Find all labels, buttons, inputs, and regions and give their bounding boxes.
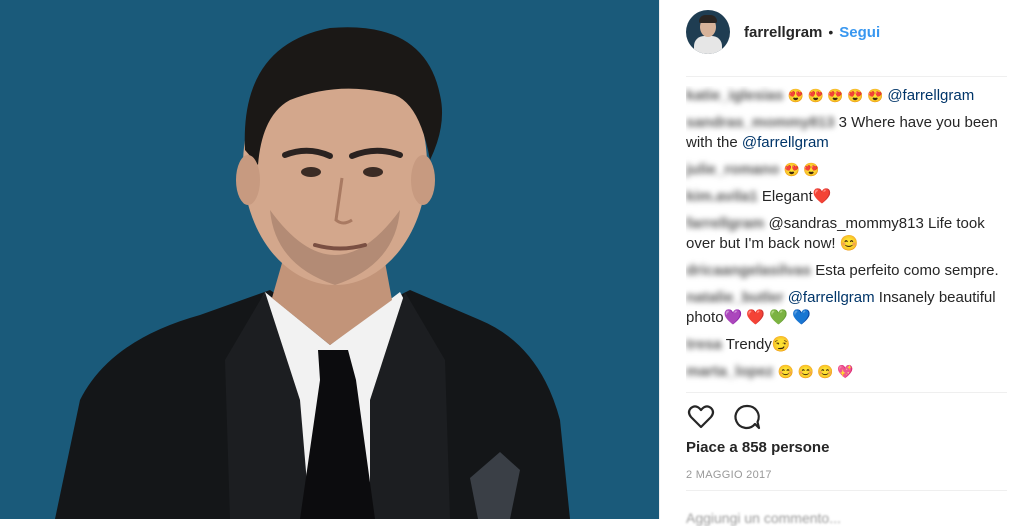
comment-item: natalie_butler @farrellgram Insanely bea… (686, 288, 1006, 328)
comment-text: Esta perfeito como sempre. (815, 262, 999, 279)
comment-mention[interactable]: @farrellgram (788, 289, 875, 306)
divider (686, 76, 1007, 77)
comment-username[interactable]: farrellgram (686, 215, 764, 232)
comment-mention[interactable]: @farrellgram (887, 87, 974, 104)
separator-dot: • (828, 24, 834, 40)
post-photo[interactable] (0, 0, 659, 519)
comment-username[interactable]: sandras_mommy813 (686, 114, 834, 131)
follow-button[interactable]: Segui (839, 24, 880, 41)
comment-item: kim.avila1 Elegant❤️ (686, 187, 1006, 207)
avatar[interactable] (686, 10, 730, 54)
comment-username[interactable]: katie_iglesias (686, 87, 784, 104)
comment-bubble-icon[interactable] (732, 402, 762, 432)
comment-username[interactable]: tresa (686, 336, 722, 353)
comment-item: tresa Trendy😏 (686, 335, 1006, 355)
man-portrait-illustration (0, 0, 659, 519)
post-date[interactable]: 2 MAGGIO 2017 (686, 469, 772, 481)
comments-list[interactable]: katie_iglesias 😍 😍 😍 😍 😍 @farrellgram sa… (686, 86, 1006, 392)
divider (686, 392, 1007, 393)
comment-item: julie_romano 😍 😍 (686, 160, 1006, 180)
comment-username[interactable]: marta_lopez (686, 363, 774, 380)
comment-username[interactable]: natalie_butler (686, 289, 784, 306)
comment-text: 😊 😊 😊 💖 (777, 364, 854, 379)
post-actions (686, 402, 762, 432)
comment-text: Trendy😏 (725, 336, 791, 353)
likes-count[interactable]: Piace a 858 persone (686, 439, 829, 456)
post-sidebar: farrellgram • Segui katie_iglesias 😍 😍 😍… (659, 0, 1024, 526)
comment-username[interactable]: kim.avila1 (686, 188, 758, 205)
post-header: farrellgram • Segui (686, 10, 880, 54)
heart-outline-icon[interactable] (686, 402, 716, 432)
comment-item: dricaangelasilvas Esta perfeito como sem… (686, 261, 1006, 281)
comment-username[interactable]: julie_romano (686, 161, 779, 178)
comment-item: marta_lopez 😊 😊 😊 💖 (686, 362, 1006, 382)
comment-text: Elegant❤️ (761, 188, 832, 205)
comment-item: katie_iglesias 😍 😍 😍 😍 😍 @farrellgram (686, 86, 1006, 106)
comment-item: sandras_mommy813 3 Where have you been w… (686, 113, 1006, 153)
comment-mention[interactable]: @farrellgram (742, 134, 829, 151)
comment-username[interactable]: dricaangelasilvas (686, 262, 811, 279)
comment-item: farrellgram @sandras_mommy813 Life took … (686, 214, 1006, 254)
add-comment-input[interactable]: Aggiungi un commento... (686, 510, 841, 526)
comment-text: 😍 😍 (783, 162, 820, 177)
divider (686, 490, 1007, 491)
username[interactable]: farrellgram (744, 24, 822, 41)
comment-text: 😍 😍 😍 😍 😍 (787, 88, 884, 103)
